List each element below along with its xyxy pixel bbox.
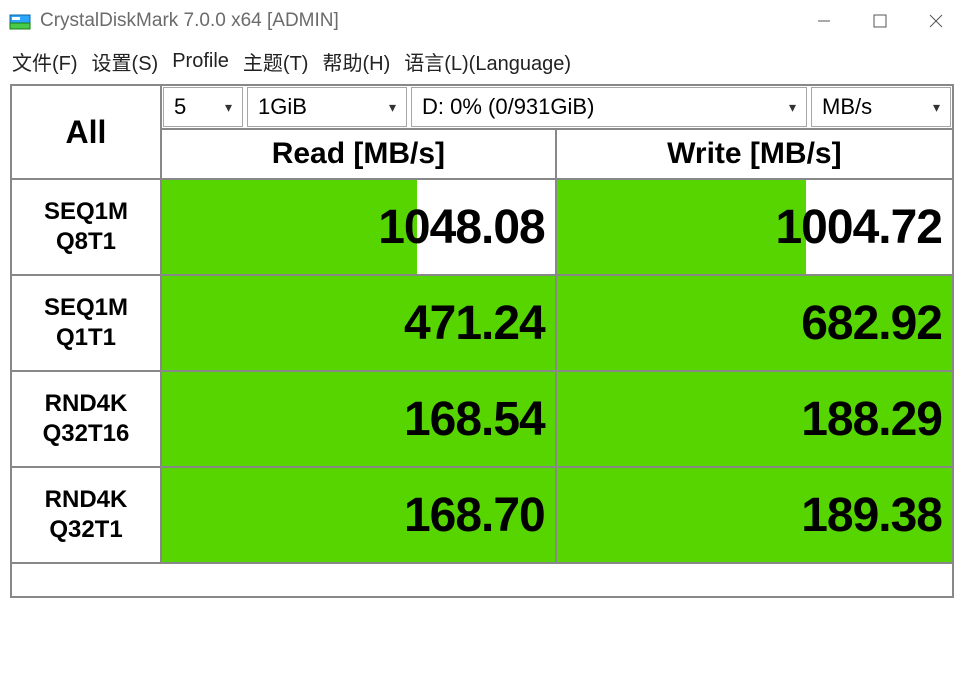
write-value-cell: 1004.72 (556, 179, 953, 275)
test-button-rnd4k-q32t1[interactable]: RND4K Q32T1 (11, 467, 161, 563)
write-value: 682.92 (557, 276, 942, 370)
write-header: Write [MB/s] (556, 129, 953, 179)
read-value: 1048.08 (162, 180, 545, 274)
table-row: SEQ1M Q1T1 471.24 682.92 (11, 275, 953, 371)
write-value: 188.29 (557, 372, 942, 466)
chevron-down-icon: ▾ (789, 99, 796, 116)
menu-profile[interactable]: Profile (172, 50, 229, 73)
read-value-cell: 1048.08 (161, 179, 556, 275)
row-label-bottom: Q32T1 (12, 515, 160, 545)
close-button[interactable] (908, 0, 964, 42)
menu-settings[interactable]: 设置(S) (92, 47, 159, 76)
write-value: 1004.72 (557, 180, 942, 274)
read-value: 471.24 (162, 276, 545, 370)
menu-theme[interactable]: 主题(T) (243, 47, 309, 76)
window-buttons (796, 0, 964, 42)
write-value-cell: 188.29 (556, 371, 953, 467)
table-row: RND4K Q32T16 168.54 188.29 (11, 371, 953, 467)
window-title: CrystalDiskMark 7.0.0 x64 [ADMIN] (40, 10, 796, 32)
drive-value: D: 0% (0/931GiB) (422, 94, 594, 120)
row-label-bottom: Q1T1 (12, 323, 160, 353)
read-value-cell: 168.54 (161, 371, 556, 467)
test-button-seq1m-q1t1[interactable]: SEQ1M Q1T1 (11, 275, 161, 371)
unit-value: MB/s (822, 94, 872, 120)
table-row: RND4K Q32T1 168.70 189.38 (11, 467, 953, 563)
test-button-rnd4k-q32t16[interactable]: RND4K Q32T16 (11, 371, 161, 467)
test-count-dropdown[interactable]: 5 ▾ (163, 87, 243, 127)
row-label-top: RND4K (12, 485, 160, 515)
write-value: 189.38 (557, 468, 942, 562)
write-value-cell: 682.92 (556, 275, 953, 371)
minimize-button[interactable] (796, 0, 852, 42)
chevron-down-icon: ▾ (933, 99, 940, 116)
menubar: 文件(F) 设置(S) Profile 主题(T) 帮助(H) 语言(L)(La… (0, 42, 964, 80)
run-all-button[interactable]: All (11, 85, 161, 179)
read-value-cell: 168.70 (161, 467, 556, 563)
menu-file[interactable]: 文件(F) (12, 47, 78, 76)
table-row: SEQ1M Q8T1 1048.08 1004.72 (11, 179, 953, 275)
test-size-dropdown[interactable]: 1GiB ▾ (247, 87, 407, 127)
status-bar (11, 563, 953, 597)
drive-dropdown[interactable]: D: 0% (0/931GiB) ▾ (411, 87, 807, 127)
row-label-top: SEQ1M (12, 197, 160, 227)
chevron-down-icon: ▾ (225, 99, 232, 116)
row-label-bottom: Q32T16 (12, 419, 160, 449)
read-value-cell: 471.24 (161, 275, 556, 371)
read-value: 168.54 (162, 372, 545, 466)
test-button-seq1m-q8t1[interactable]: SEQ1M Q8T1 (11, 179, 161, 275)
menu-help[interactable]: 帮助(H) (322, 47, 390, 76)
menu-language[interactable]: 语言(L)(Language) (404, 47, 571, 76)
read-value: 168.70 (162, 468, 545, 562)
row-label-top: RND4K (12, 389, 160, 419)
unit-dropdown[interactable]: MB/s ▾ (811, 87, 951, 127)
test-count-value: 5 (174, 94, 186, 120)
row-label-top: SEQ1M (12, 293, 160, 323)
benchmark-grid: All 5 ▾ 1GiB ▾ D: 0% (0/931GiB) ▾ MB/s ▾ (10, 84, 954, 598)
run-all-label: All (66, 114, 107, 150)
app-icon (8, 9, 32, 33)
workarea: All 5 ▾ 1GiB ▾ D: 0% (0/931GiB) ▾ MB/s ▾ (0, 80, 964, 608)
chevron-down-icon: ▾ (389, 99, 396, 116)
row-label-bottom: Q8T1 (12, 227, 160, 257)
read-header: Read [MB/s] (161, 129, 556, 179)
maximize-button[interactable] (852, 0, 908, 42)
write-value-cell: 189.38 (556, 467, 953, 563)
titlebar: CrystalDiskMark 7.0.0 x64 [ADMIN] (0, 0, 964, 42)
test-size-value: 1GiB (258, 94, 307, 120)
